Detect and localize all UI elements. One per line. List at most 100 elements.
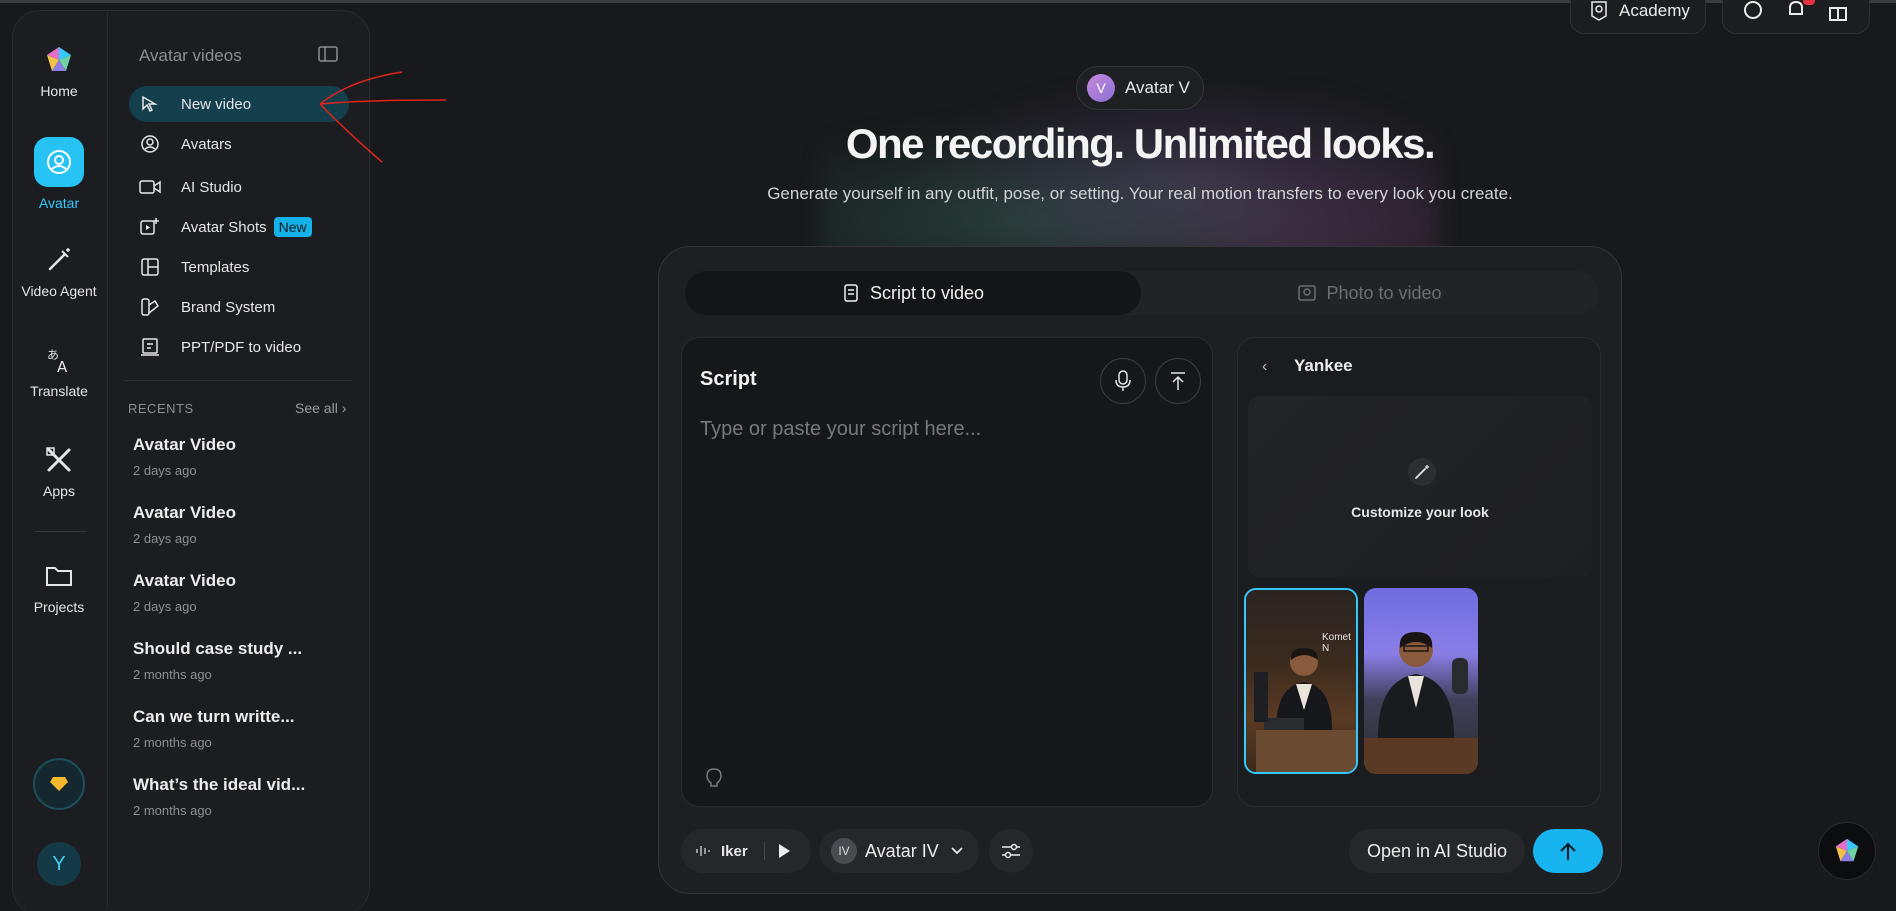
model-label: Avatar IV [865,840,939,861]
menu-item-label: New video [181,95,252,113]
rail-label-avatar: Avatar [38,195,80,211]
menu-item-label: PPT/PDF to video [181,338,302,356]
tab-script-to-video[interactable]: Script to video [685,271,1141,315]
back-chevron-icon[interactable]: ‹ [1262,358,1267,376]
recent-title: Avatar Video [133,503,236,522]
avatar-circle-icon [139,133,161,155]
rail-item-avatar[interactable]: Avatar [12,137,106,211]
menu-item-brand-system[interactable]: Brand System [129,289,349,325]
chevron-down-icon [951,847,963,855]
assistant-launcher-button[interactable] [1818,822,1876,880]
recent-item[interactable]: Should case study ... 2 months ago [133,639,353,682]
logo-icon [47,47,71,71]
recent-title: Should case study ... [133,639,303,658]
tab-label: Script to video [869,282,985,303]
academy-icon [1591,1,1607,21]
tab-photo-to-video[interactable]: Photo to video [1141,271,1599,315]
diamond-icon [50,777,68,791]
sidebar-divider [107,12,108,907]
rail-label-apps: Apps [43,483,75,499]
academy-label: Academy [1619,1,1690,20]
mode-tabs: Script to video Photo to video [685,271,1599,315]
microphone-icon [1115,370,1131,391]
cursor-icon [139,93,161,115]
recent-item[interactable]: Avatar Video 2 days ago [133,503,353,546]
logo-icon [1835,838,1859,862]
upload-button[interactable] [1155,358,1201,404]
recent-item[interactable]: Avatar Video 2 days ago [133,571,353,614]
rail-label-projects: Projects [33,599,85,615]
translate-icon: あA [47,348,68,375]
menu-item-templates[interactable]: Templates [129,249,349,285]
layout-icon [139,256,161,278]
settings-button[interactable] [989,829,1033,873]
menu-item-label: Avatars [181,135,232,153]
recent-title: Avatar Video [133,571,236,590]
open-in-ai-studio-button[interactable]: Open in AI Studio [1349,829,1525,873]
chip-avatar: V [1087,74,1115,102]
menu-separator [124,380,352,381]
menu-item-label: Avatar Shots [181,218,267,236]
voice-label: Iker [721,842,748,860]
sound-wave-icon [696,846,710,856]
chip-label: Avatar V [1125,78,1190,97]
script-input[interactable] [700,418,1190,718]
wall-sign-text: Komet N [1322,632,1351,654]
script-label: Script [700,368,757,390]
play-icon[interactable] [777,843,791,859]
rail-item-video-agent[interactable]: Video Agent [12,245,106,299]
customize-label: Customize your look [1351,504,1489,520]
magic-wand-icon [1408,458,1436,486]
customize-look-button[interactable]: Customize your look [1248,396,1592,578]
lightbulb-icon[interactable] [704,766,724,790]
menu-item-label: AI Studio [181,178,242,196]
menu-item-ppt-pdf[interactable]: PPT/PDF to video [129,329,349,365]
avatar-panel: ‹ Yankee Customize your look Komet N [1237,337,1601,807]
brand-icon [139,296,161,318]
recent-title: Avatar Video [133,435,236,454]
upgrade-button[interactable] [33,758,85,810]
recent-time: 2 days ago [133,463,197,478]
menu-item-ai-studio[interactable]: AI Studio [129,169,349,205]
menu-item-avatar-shots[interactable]: Avatar Shots New [129,209,349,245]
recent-item[interactable]: What’s the ideal vid... 2 months ago [133,775,353,818]
notification-dot [1803,0,1815,5]
microphone-button[interactable] [1100,358,1146,404]
avatar-icon [34,137,84,187]
recent-item[interactable]: Can we turn writte... 2 months ago [133,707,353,750]
rail-item-projects[interactable]: Projects [12,561,106,615]
search-icon[interactable] [1743,0,1765,22]
red-arrow-annotation [319,71,447,163]
hero-subtitle: Generate yourself in any outfit, pose, o… [767,184,1513,203]
avatar-look-thumbnail[interactable] [1364,588,1478,774]
recent-time: 2 months ago [133,667,212,682]
rail-item-apps[interactable]: Apps [12,445,106,499]
hero-title: One recording. Unlimited looks. [845,120,1436,167]
rail-item-home[interactable]: Home [12,45,106,99]
model-initials: IV [831,838,857,864]
photo-icon [1298,284,1317,302]
rail-label-home: Home [40,83,78,99]
arrow-up-icon [1560,842,1576,860]
recent-time: 2 days ago [133,599,197,614]
rail-item-translate[interactable]: あA Translate [12,345,106,399]
avatar-model-dropdown[interactable]: IV Avatar IV [819,829,979,873]
model-chip[interactable]: V Avatar V [1076,66,1204,110]
voice-selector[interactable]: Iker [681,829,811,873]
menu-item-label: Brand System [181,298,276,316]
top-icons-group [1722,0,1870,34]
person-illustration [1364,632,1478,774]
person-illustration [1254,648,1356,772]
upload-icon [1171,372,1185,390]
avatar-look-thumbnail[interactable]: Komet N [1244,588,1358,774]
rail-label-video-agent: Video Agent [21,283,97,299]
menu-title: Avatar videos [139,46,242,65]
academy-button[interactable]: Academy [1570,0,1706,34]
recent-item[interactable]: Avatar Video 2 days ago [133,435,353,478]
slides-icon [139,336,161,358]
see-all-link[interactable]: See all › [295,400,346,416]
gift-icon[interactable] [1827,0,1849,22]
generate-button[interactable] [1533,829,1603,873]
new-badge: New [273,217,312,237]
user-avatar-button[interactable]: Y [37,842,81,886]
